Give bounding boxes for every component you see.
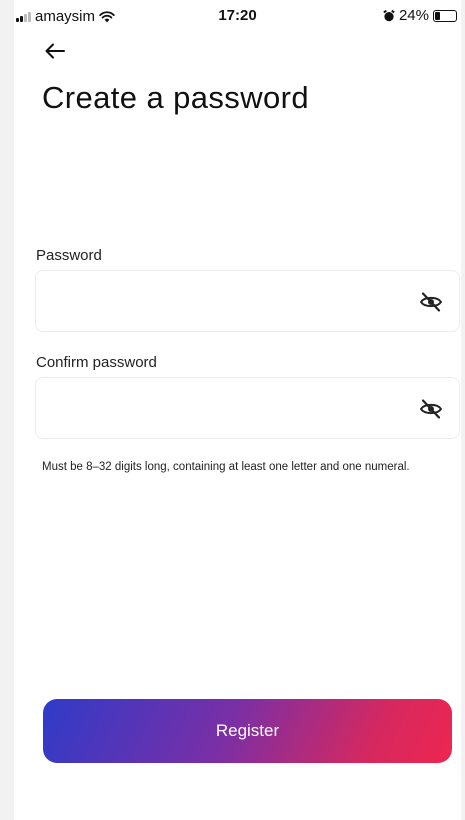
status-right: 24% xyxy=(383,7,457,24)
confirm-password-input[interactable] xyxy=(48,378,408,438)
password-field[interactable] xyxy=(35,270,460,332)
register-button[interactable]: Register xyxy=(43,699,452,763)
password-requirements-hint: Must be 8–32 digits long, containing at … xyxy=(42,461,410,473)
password-label: Password xyxy=(36,247,102,264)
create-password-screen: amaysim 17:20 24% Create a password Pass… xyxy=(0,0,465,820)
password-input[interactable] xyxy=(48,271,408,331)
confirm-password-field[interactable] xyxy=(35,377,460,439)
battery-fill xyxy=(435,11,440,20)
battery-icon xyxy=(433,9,457,22)
eye-off-icon[interactable] xyxy=(419,291,443,313)
confirm-password-label: Confirm password xyxy=(36,354,157,371)
back-button[interactable] xyxy=(40,36,70,66)
arrow-left-icon xyxy=(45,43,65,59)
page-title: Create a password xyxy=(42,80,309,115)
status-bar: amaysim 17:20 24% xyxy=(14,0,461,30)
eye-off-icon[interactable] xyxy=(419,398,443,420)
battery-percent: 24% xyxy=(398,7,429,24)
alarm-icon xyxy=(383,9,395,21)
